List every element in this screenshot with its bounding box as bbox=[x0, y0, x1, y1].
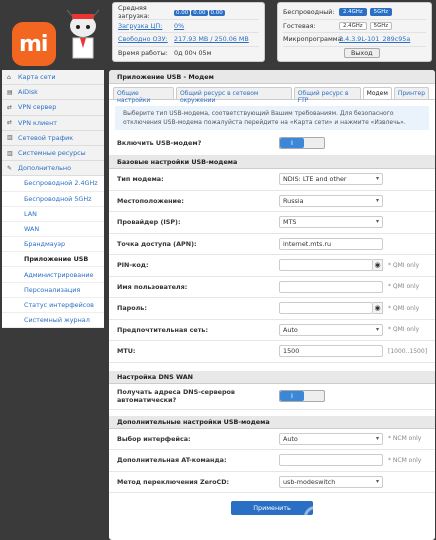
guest-2g-pill[interactable]: 2.4GHz bbox=[339, 21, 367, 30]
at-command-label: Дополнительная AT-команда: bbox=[117, 456, 227, 465]
interface-hint: * NCM only bbox=[388, 435, 422, 443]
password-hint: * QMI only bbox=[388, 304, 420, 312]
password-label: Пароль: bbox=[117, 304, 147, 313]
firmware-link[interactable]: 3.4.3.9L-101_289c95a bbox=[339, 35, 410, 43]
sidebar-subitem[interactable]: Брандмауэр bbox=[2, 237, 104, 253]
pin-hint: * QMI only bbox=[388, 261, 420, 269]
mtu-hint: [1000..1500] bbox=[388, 347, 428, 355]
modem-type-label: Тип модема: bbox=[117, 175, 164, 184]
pin-input[interactable] bbox=[279, 259, 373, 272]
ram-link[interactable]: Свободно ОЗУ: bbox=[118, 35, 174, 43]
sidebar-subitem-usb[interactable]: Приложение USB bbox=[2, 252, 104, 268]
isp-label: Провайдер (ISP): bbox=[117, 218, 181, 227]
cpu-value[interactable]: 0% bbox=[174, 22, 184, 30]
chart-icon: ▥ bbox=[7, 134, 13, 142]
status-panel: Средняя загрузка: 0.00 0.00 0.00 Загрузка … bbox=[112, 2, 265, 62]
tab-general[interactable]: Общие настройки bbox=[113, 87, 174, 104]
modem-type-select[interactable]: NDIS: LTE and other bbox=[279, 173, 383, 186]
zerocd-select[interactable]: usb-modeswitch bbox=[279, 475, 383, 488]
sidebar-subitem[interactable]: WAN bbox=[2, 221, 104, 238]
sidebar-subitem[interactable]: Системный журнал bbox=[2, 313, 104, 329]
sidebar-item-vpn-client[interactable]: ⇄ VPN клиент bbox=[2, 115, 104, 131]
sidebar-item-vpn-server[interactable]: ⇄ VPN сервер bbox=[2, 100, 104, 116]
apply-button[interactable]: Применить bbox=[231, 501, 313, 515]
username-input[interactable] bbox=[279, 280, 383, 293]
guest-5g-pill[interactable]: 5GHz bbox=[369, 21, 393, 30]
tab-modem[interactable]: Модем bbox=[362, 87, 392, 99]
sidebar-item-aidisk[interactable]: ▤ AiDisk bbox=[2, 85, 104, 101]
zerocd-label: Метод переключения ZeroCD: bbox=[117, 477, 230, 486]
uptime-value: 0д 00ч 05м bbox=[174, 49, 212, 58]
mi-logo: mi bbox=[12, 22, 56, 66]
tab-bar: Общие настройки Общий ресурс в сетевом о… bbox=[109, 84, 435, 104]
username-hint: * QMI only bbox=[388, 283, 420, 291]
ram-value[interactable]: 217.93 MB / 250.06 MB bbox=[174, 35, 249, 43]
eye-icon[interactable]: ◉ bbox=[373, 259, 383, 272]
tab-ftp[interactable]: Общий ресурс в FTP bbox=[293, 87, 361, 104]
sidebar-item-traffic[interactable]: ▥ Сетевой трафик bbox=[2, 130, 104, 146]
interface-label: Выбор интерфейса: bbox=[117, 434, 191, 443]
disk-icon: ▤ bbox=[7, 88, 13, 96]
mtu-label: MTU: bbox=[117, 347, 136, 356]
location-select[interactable]: Russia bbox=[279, 194, 383, 207]
apn-input[interactable]: internet.mts.ru bbox=[279, 237, 383, 250]
home-icon: ⌂ bbox=[7, 73, 11, 81]
password-input[interactable] bbox=[279, 302, 373, 315]
sidebar-item-resources[interactable]: ▥ Системные ресурсы bbox=[2, 145, 104, 162]
dns-auto-toggle[interactable]: I bbox=[279, 390, 325, 402]
load-badges: 0.00 0.00 0.00 bbox=[174, 10, 225, 17]
page-title: Приложение USB - Модем bbox=[109, 70, 435, 84]
wireless-2g-pill[interactable]: 2.4GHz bbox=[339, 8, 367, 17]
uptime-label: Время работы: bbox=[118, 49, 168, 58]
wrench-icon: ✎ bbox=[7, 164, 13, 172]
section-basic: Базовые настройки USB-модема bbox=[109, 156, 435, 169]
at-command-input[interactable] bbox=[279, 454, 383, 467]
enable-modem-label: Включить USB-модем? bbox=[117, 138, 202, 147]
interface-select[interactable]: Auto bbox=[279, 432, 383, 445]
vpn-icon: ⇄ bbox=[7, 119, 13, 127]
pin-label: PIN-код: bbox=[117, 261, 149, 270]
firmware-label: Микропрограмма: bbox=[283, 35, 344, 44]
isp-select[interactable]: MTS bbox=[279, 216, 383, 229]
sidebar-subitem[interactable]: Статус интерфейсов bbox=[2, 297, 104, 313]
sidebar-item-advanced[interactable]: ✎ Дополнительно bbox=[2, 161, 104, 177]
sidebar-subitem[interactable]: Персонализация bbox=[2, 282, 104, 298]
sidebar-subitem[interactable]: Беспроводной 5GHz bbox=[2, 191, 104, 207]
pref-network-hint: * QMI only bbox=[388, 326, 420, 334]
location-label: Местоположение: bbox=[117, 196, 184, 205]
mtu-input[interactable]: 1500 bbox=[279, 345, 383, 358]
section-extra: Дополнительные настройки USB-модема bbox=[109, 415, 435, 429]
sidebar-subitem[interactable]: Администрирование bbox=[2, 267, 104, 283]
avito-watermark: Avito bbox=[328, 504, 410, 537]
exit-button[interactable]: Выход bbox=[344, 48, 380, 59]
pref-network-select[interactable]: Auto bbox=[279, 323, 383, 336]
tab-samba[interactable]: Общий ресурс в сетевом окружении bbox=[175, 87, 292, 104]
sidebar-subitem[interactable]: LAN bbox=[2, 206, 104, 222]
info-panel: Беспроводный: 2.4GHz 5GHz Гостевая: 2.4GHz 5… bbox=[277, 2, 432, 62]
info-note: Выберите тип USB-модема, соответствующий… bbox=[115, 106, 429, 130]
wireless-label: Беспроводный: bbox=[283, 8, 335, 17]
pref-network-label: Предпочтительная сеть: bbox=[117, 325, 209, 334]
sidebar-subitem[interactable]: Беспроводной 2.4GHz bbox=[2, 176, 104, 192]
enable-modem-toggle[interactable]: I bbox=[279, 136, 325, 149]
guest-label: Гостевая: bbox=[283, 21, 316, 30]
main-panel: Приложение USB - Модем Общие настройки О… bbox=[109, 70, 435, 540]
avito-watermark-icon bbox=[304, 506, 326, 528]
apn-label: Точка доступа (APN): bbox=[117, 239, 197, 248]
vpn-icon: ⇄ bbox=[7, 103, 13, 111]
eye-icon[interactable]: ◉ bbox=[373, 302, 383, 315]
sidebar-item-network-map[interactable]: ⌂ Карта сети bbox=[2, 70, 104, 86]
username-label: Имя пользователя: bbox=[117, 282, 188, 291]
at-command-hint: * NCM only bbox=[388, 456, 422, 464]
tab-printer[interactable]: Принтер bbox=[393, 87, 429, 99]
mascot-image bbox=[66, 9, 100, 59]
load-label: Средняя загрузка: bbox=[118, 4, 150, 21]
cpu-link[interactable]: Загрузка ЦП: bbox=[118, 22, 174, 30]
sidebar: ⌂ Карта сети ▤ AiDisk ⇄ VPN сервер ⇄ VPN кли… bbox=[2, 70, 104, 329]
section-dns: Настройка DNS WAN bbox=[109, 370, 435, 384]
chart-icon: ▥ bbox=[7, 149, 13, 157]
wireless-5g-pill[interactable]: 5GHz bbox=[369, 8, 393, 17]
dns-auto-label: Получать адреса DNS-серверов автоматичес… bbox=[117, 388, 235, 404]
